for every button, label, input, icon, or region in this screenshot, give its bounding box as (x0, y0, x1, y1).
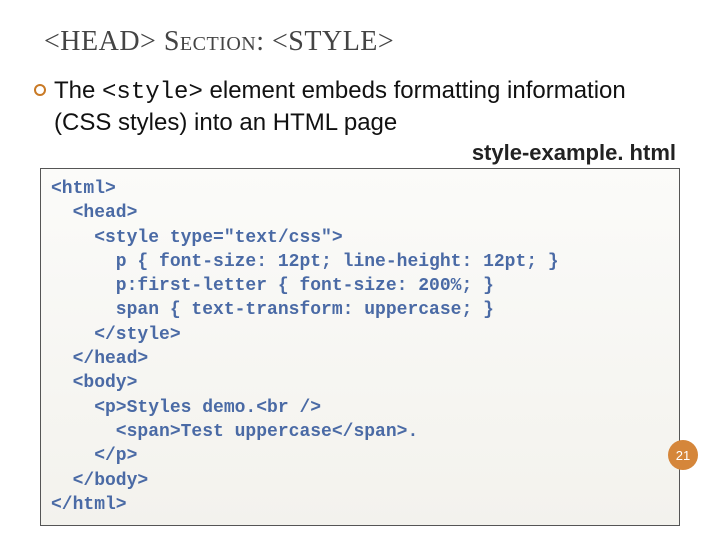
bullet-row: The <style> element embeds formatting in… (34, 76, 686, 138)
page-number-badge: 21 (668, 440, 698, 470)
title-text: <HEAD> Section: <STYLE> (44, 26, 394, 57)
bullet-text: The <style> element embeds formatting in… (54, 76, 686, 138)
bullet-pre: The (54, 77, 102, 104)
code-filename: style-example. html (30, 140, 676, 166)
bullet-code: <style> (102, 79, 203, 106)
page-number: 21 (676, 448, 690, 463)
slide: <HEAD> Section: <STYLE> The <style> elem… (0, 0, 720, 540)
code-content: <html> <head> <style type="text/css"> p … (51, 177, 669, 517)
code-box: <html> <head> <style type="text/css"> p … (40, 168, 680, 526)
bullet-icon (34, 84, 46, 96)
slide-title: <HEAD> Section: <STYLE> (44, 26, 690, 58)
